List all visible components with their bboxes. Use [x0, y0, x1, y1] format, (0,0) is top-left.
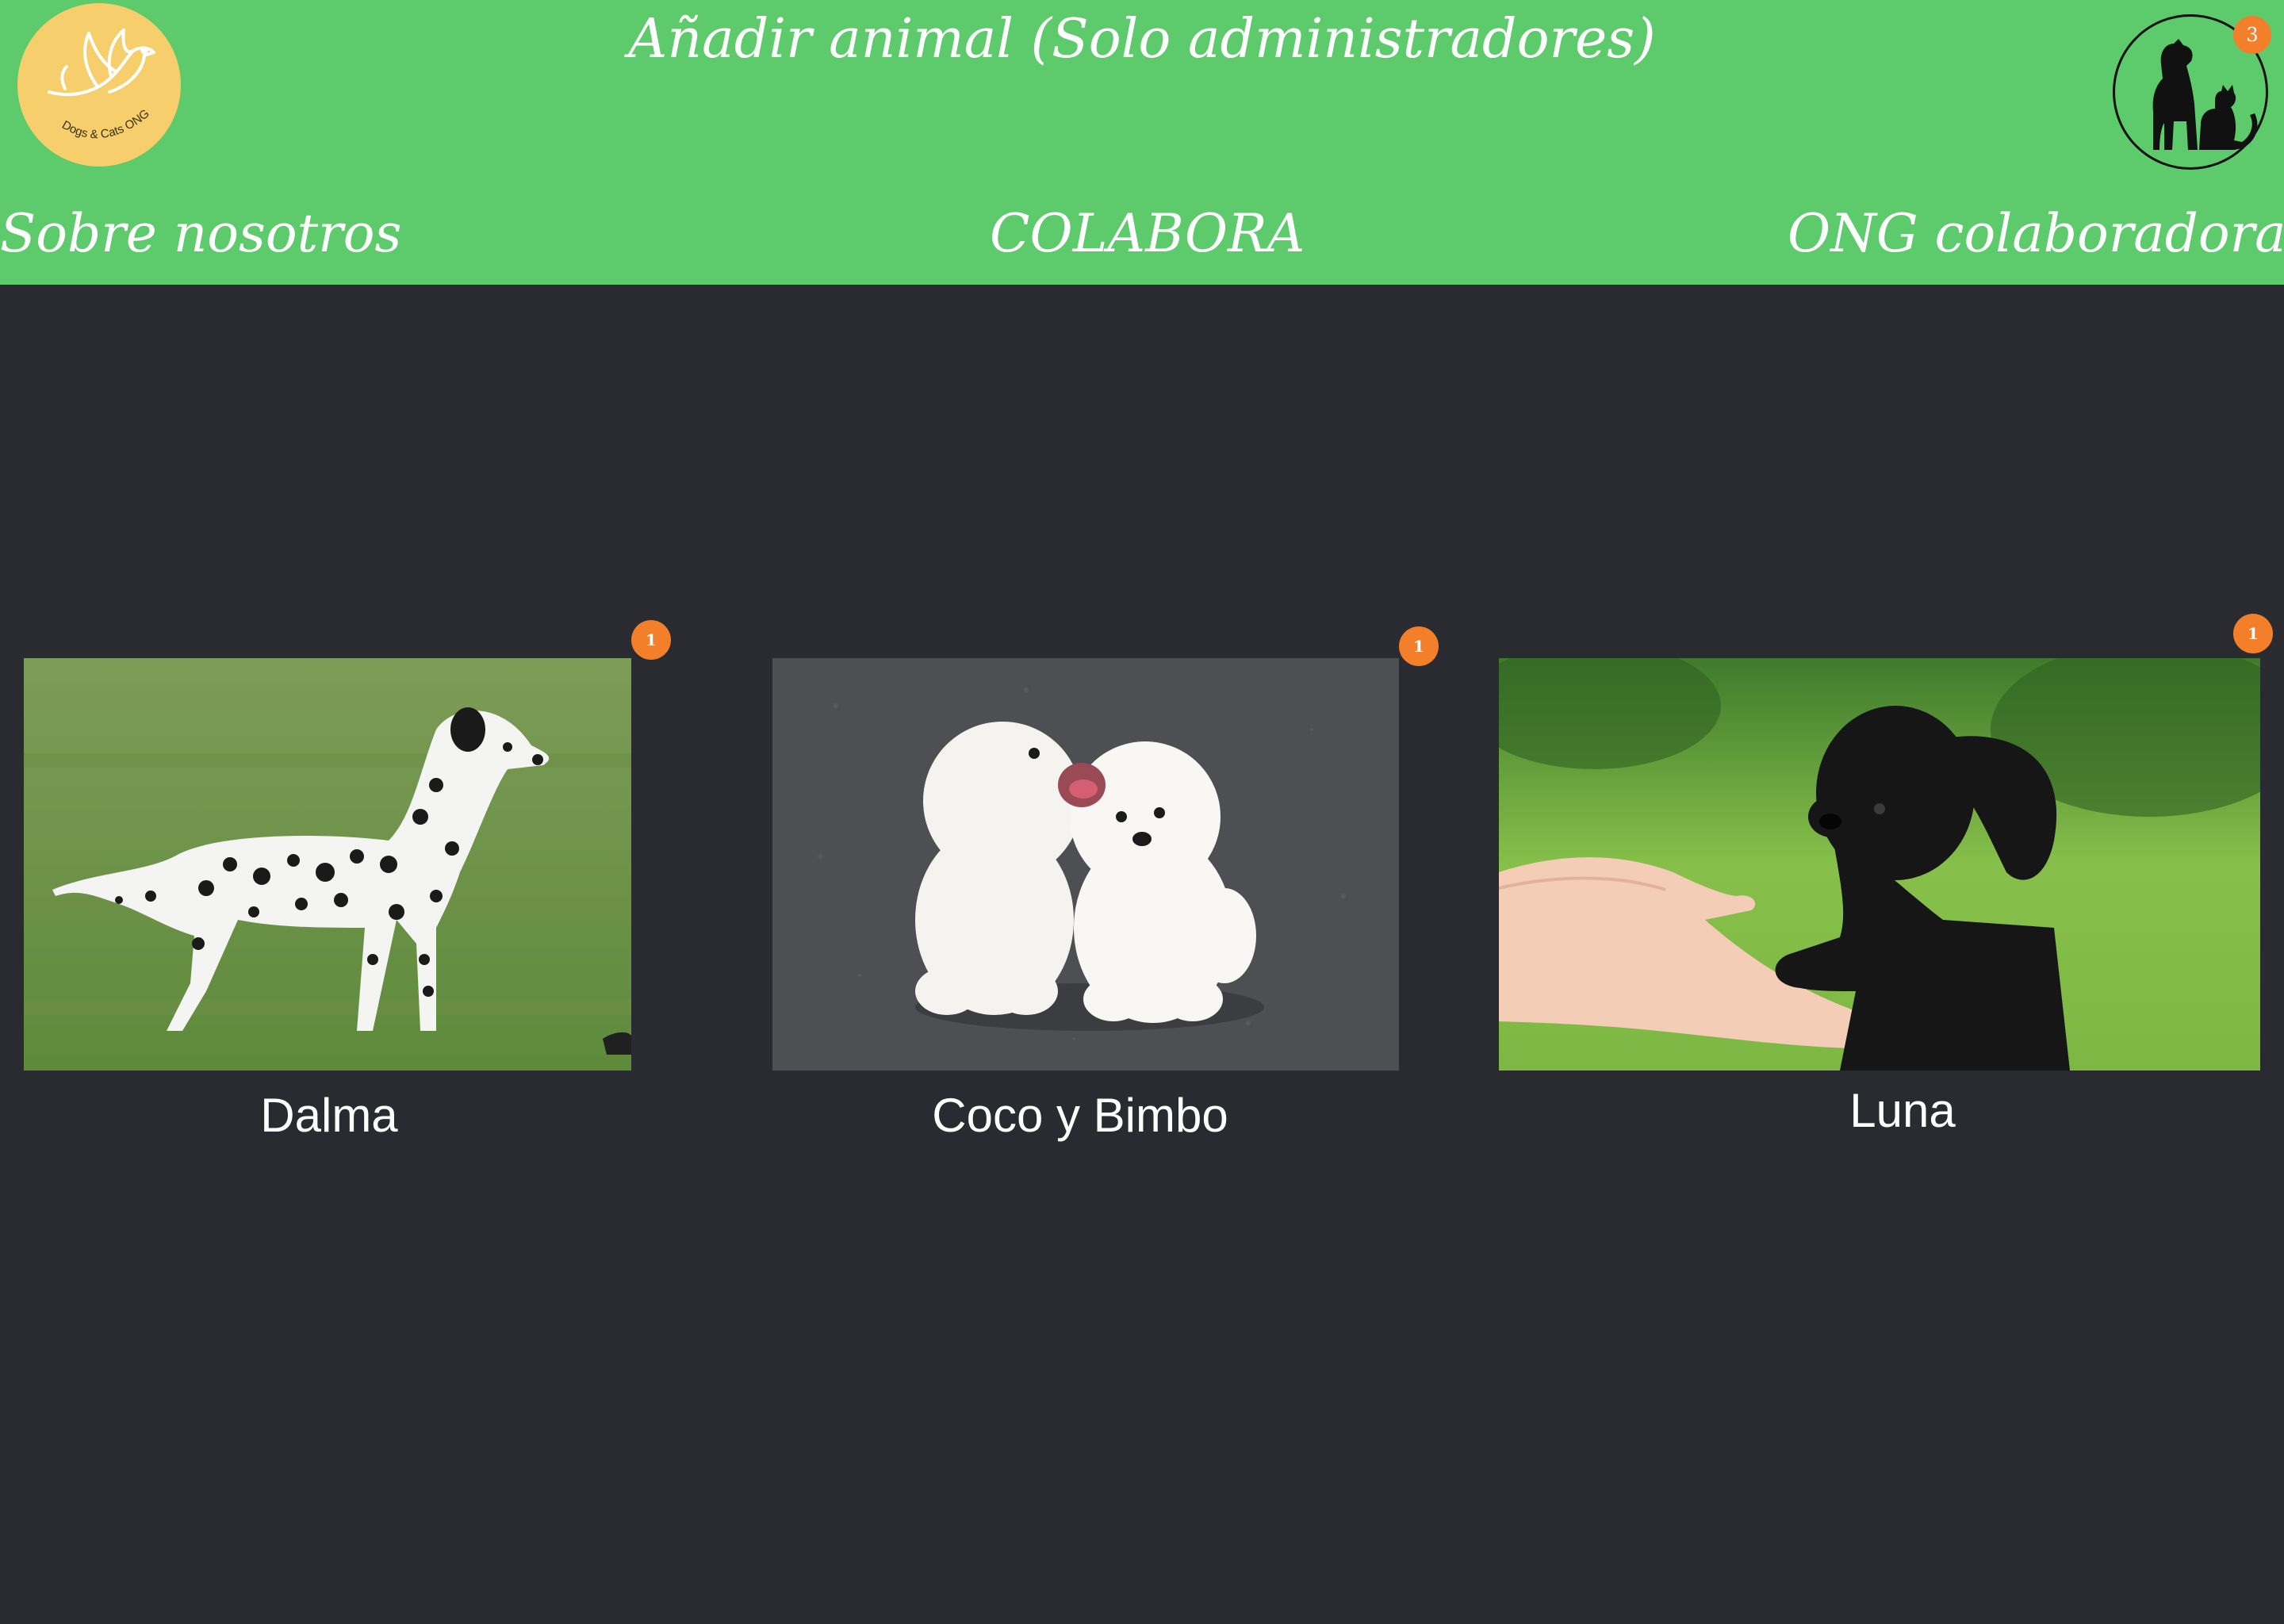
- black-puppy-photo: [1499, 658, 2260, 1071]
- dalmatian-photo: [24, 658, 631, 1071]
- logo-text: Dogs & Cats ONG: [59, 107, 152, 142]
- animal-photo[interactable]: [772, 658, 1399, 1071]
- animal-name[interactable]: Luna: [1499, 1083, 2284, 1139]
- cart-count-badge: 3: [2233, 16, 2271, 54]
- animal-name[interactable]: Coco y Bimbo: [772, 1088, 1388, 1143]
- page-title[interactable]: Añadir animal (Solo administradores): [0, 6, 2284, 73]
- nav-collaborate[interactable]: COLABORA: [990, 200, 1305, 268]
- white-puppies-photo: [772, 658, 1399, 1071]
- svg-text:Dogs & Cats ONG: Dogs & Cats ONG: [59, 107, 152, 142]
- animal-photo[interactable]: [24, 658, 631, 1071]
- animal-name[interactable]: Dalma: [24, 1088, 634, 1143]
- animal-badge: 1: [631, 620, 671, 660]
- nav-about-us[interactable]: Sobre nosotros: [0, 200, 401, 268]
- animal-badge: 1: [1399, 626, 1439, 666]
- nav-partner-ngos[interactable]: ONG colaboradoras: [1788, 200, 2284, 268]
- animal-badge: 1: [2233, 614, 2273, 653]
- header-bar: Dogs & Cats ONG Añadir animal (Solo admi…: [0, 0, 2284, 285]
- animal-photo[interactable]: [1499, 658, 2260, 1071]
